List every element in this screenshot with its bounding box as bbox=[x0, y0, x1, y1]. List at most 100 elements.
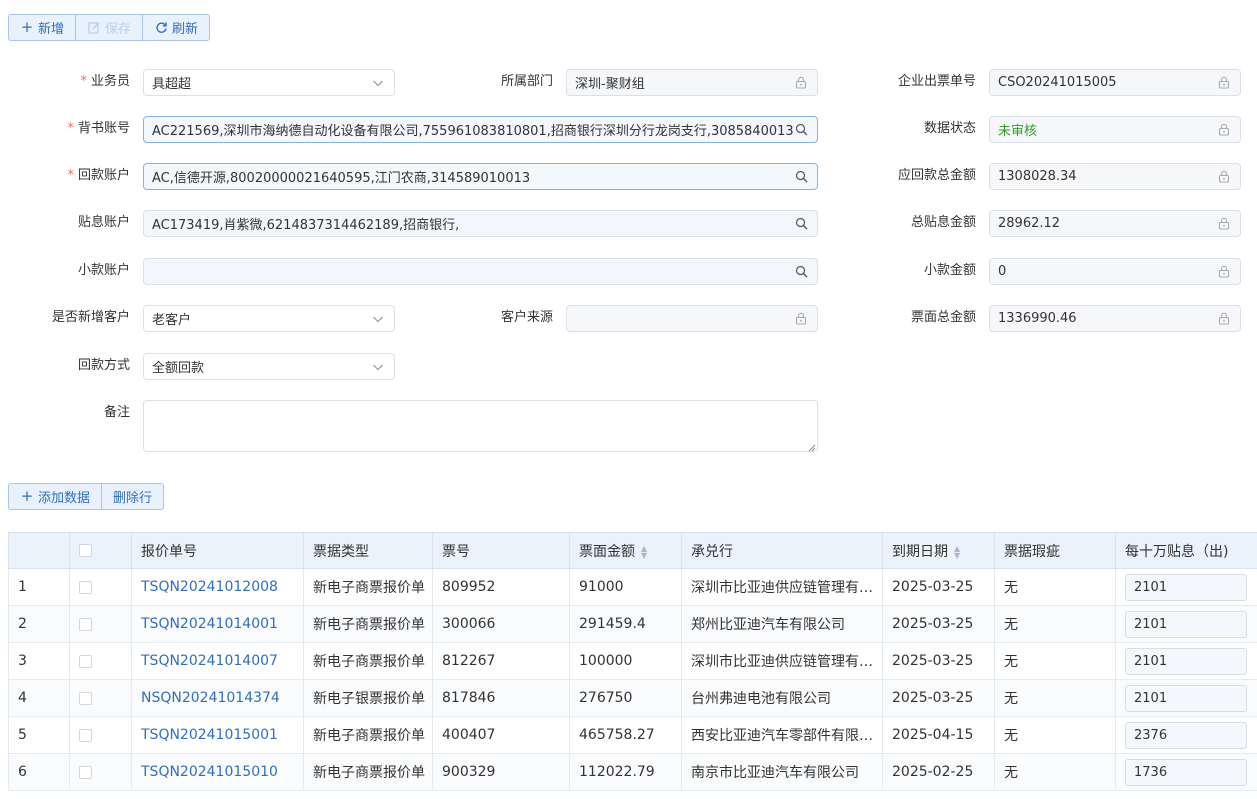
salesperson-label: * 业务员 bbox=[80, 74, 130, 89]
amount-header[interactable]: 票面金额 ▲ ▼ bbox=[569, 532, 682, 569]
bank-cell: 郑州比亚迪汽车有限公司 bbox=[681, 605, 883, 643]
row-index: 6 bbox=[8, 753, 70, 791]
bill-type-cell: 新电子商票报价单 bbox=[303, 753, 433, 791]
bank-cell: 深圳市比亚迪供应链管理有限公司 bbox=[681, 568, 883, 606]
edit-icon bbox=[87, 21, 101, 35]
interest-input[interactable]: 2101 bbox=[1125, 610, 1247, 638]
interest-account-input[interactable]: AC173419,肖紫微,6214837314462189,招商银行, bbox=[143, 210, 818, 237]
endorse-account-input[interactable]: AC221569,深圳市海纳德自动化设备有限公司,755961083810801… bbox=[143, 116, 818, 143]
salesperson-select[interactable]: 具超超 bbox=[143, 69, 395, 96]
receivable-total-label: 应回款总金额 bbox=[897, 168, 976, 183]
add-row-button[interactable]: + 添加数据 bbox=[9, 484, 103, 509]
small-amount-label: 小款金额 bbox=[923, 263, 976, 278]
due-date-cell: 2025-04-15 bbox=[882, 716, 995, 754]
row-checkbox[interactable] bbox=[79, 691, 92, 705]
delete-row-button[interactable]: 删除行 bbox=[102, 484, 163, 509]
row-index: 3 bbox=[8, 642, 70, 680]
search-icon[interactable] bbox=[793, 169, 809, 185]
row-checkbox-cell[interactable] bbox=[69, 679, 132, 717]
interest-input[interactable]: 1736 bbox=[1125, 758, 1247, 786]
main-toolbar: + 新增 保存 刷新 bbox=[8, 14, 211, 41]
quote-no-link[interactable]: TSQN20241012008 bbox=[131, 568, 304, 606]
remark-textarea[interactable] bbox=[143, 400, 818, 452]
row-checkbox-cell[interactable] bbox=[69, 753, 132, 791]
due-date-header[interactable]: 到期日期 ▲ ▼ bbox=[882, 532, 995, 569]
small-account-input[interactable] bbox=[143, 258, 818, 285]
row-checkbox[interactable] bbox=[79, 654, 92, 668]
interest-input[interactable]: 2101 bbox=[1125, 647, 1247, 675]
defect-cell: 无 bbox=[994, 605, 1116, 643]
select-all-checkbox[interactable] bbox=[79, 544, 92, 557]
due-date-cell: 2025-03-25 bbox=[882, 679, 995, 717]
index-header bbox=[8, 532, 70, 569]
table-row[interactable]: 4 NSQN20241014374 新电子银票报价单 817846 276750 台州弗迪… bbox=[8, 679, 1257, 717]
small-account-label: 小款账户 bbox=[77, 263, 130, 278]
small-amount-value: 0 bbox=[998, 264, 1007, 279]
bill-type-header[interactable]: 票据类型 bbox=[303, 532, 433, 569]
new-customer-label: 是否新增客户 bbox=[51, 310, 130, 325]
row-checkbox-cell[interactable] bbox=[69, 716, 132, 754]
table-row[interactable]: 6 TSQN20241015010 新电子商票报价单 900329 112022.79 南… bbox=[8, 753, 1257, 791]
face-total-value: 1336990.46 bbox=[998, 311, 1077, 326]
lock-icon bbox=[793, 311, 809, 327]
face-total-label: 票面总金额 bbox=[910, 310, 976, 325]
add-button[interactable]: + 新增 bbox=[9, 15, 77, 40]
quote-no-link[interactable]: TSQN20241014001 bbox=[131, 605, 304, 643]
interest-account-value: AC173419,肖紫微,6214837314462189,招商银行, bbox=[152, 218, 460, 233]
chevron-down-icon bbox=[370, 359, 386, 375]
salesperson-value: 具超超 bbox=[152, 77, 192, 92]
interest-input[interactable]: 2101 bbox=[1125, 684, 1247, 712]
interest-header[interactable]: 每十万贴息（出) bbox=[1115, 532, 1257, 569]
row-checkbox[interactable] bbox=[79, 580, 92, 594]
new-customer-select[interactable]: 老客户 bbox=[143, 305, 395, 332]
quote-no-link[interactable]: NSQN20241014374 bbox=[131, 679, 304, 717]
add-row-label: 添加数据 bbox=[38, 491, 91, 506]
due-date-cell: 2025-02-25 bbox=[882, 753, 995, 791]
interest-input[interactable]: 2376 bbox=[1125, 721, 1247, 749]
row-checkbox[interactable] bbox=[79, 765, 92, 779]
refresh-button[interactable]: 刷新 bbox=[143, 15, 209, 40]
search-icon[interactable] bbox=[793, 122, 809, 138]
lock-icon bbox=[1216, 311, 1232, 327]
due-date-cell: 2025-03-25 bbox=[882, 642, 995, 680]
bill-type-cell: 新电子银票报价单 bbox=[303, 679, 433, 717]
quote-no-header[interactable]: 报价单号 bbox=[131, 532, 304, 569]
sort-icon[interactable]: ▲ ▼ bbox=[954, 544, 960, 559]
lock-icon bbox=[1216, 264, 1232, 280]
required-mark: * bbox=[80, 74, 87, 89]
interest-input[interactable]: 2101 bbox=[1125, 573, 1247, 601]
row-checkbox-cell[interactable] bbox=[69, 568, 132, 606]
due-date-cell: 2025-03-25 bbox=[882, 568, 995, 606]
refresh-icon bbox=[154, 21, 168, 35]
sort-icon[interactable]: ▲ ▼ bbox=[641, 544, 647, 559]
table-row[interactable]: 3 TSQN20241014007 新电子商票报价单 812267 100000 深圳市比… bbox=[8, 642, 1257, 680]
data-status-field: 未审核 bbox=[989, 116, 1241, 143]
quote-no-link[interactable]: TSQN20241015001 bbox=[131, 716, 304, 754]
resize-handle-icon[interactable] bbox=[807, 441, 816, 452]
payback-account-label: * 回款账户 bbox=[67, 168, 130, 183]
table-row[interactable]: 2 TSQN20241014001 新电子商票报价单 300066 291459.4 郑州… bbox=[8, 605, 1257, 643]
table-row[interactable]: 5 TSQN20241015001 新电子商票报价单 400407 465758.27 西… bbox=[8, 716, 1257, 754]
search-icon[interactable] bbox=[793, 264, 809, 280]
chevron-down-icon bbox=[370, 75, 386, 91]
bill-no-header[interactable]: 票号 bbox=[432, 532, 570, 569]
quote-no-link[interactable]: TSQN20241014007 bbox=[131, 642, 304, 680]
payback-method-select[interactable]: 全额回款 bbox=[143, 353, 395, 380]
search-icon[interactable] bbox=[793, 216, 809, 232]
bank-cell: 西安比亚迪汽车零部件有限公司 bbox=[681, 716, 883, 754]
table-header-row: 报价单号 票据类型 票号 票面金额 ▲ ▼ 承兑行 到期日期 ▲ ▼ 票据瑕疵 每十万贴… bbox=[8, 532, 1257, 569]
row-checkbox-cell[interactable] bbox=[69, 605, 132, 643]
new-customer-value: 老客户 bbox=[152, 313, 192, 328]
row-checkbox-cell[interactable] bbox=[69, 642, 132, 680]
defect-header[interactable]: 票据瑕疵 bbox=[994, 532, 1116, 569]
payback-account-input[interactable]: AC,信德开源,80020000021640595,江门农商,314589010… bbox=[143, 163, 818, 190]
row-checkbox[interactable] bbox=[79, 728, 92, 742]
bank-cell: 台州弗迪电池有限公司 bbox=[681, 679, 883, 717]
lock-icon bbox=[1216, 75, 1232, 91]
save-button[interactable]: 保存 bbox=[76, 15, 144, 40]
interest-cell: 1736 bbox=[1115, 753, 1257, 791]
quote-no-link[interactable]: TSQN20241015010 bbox=[131, 753, 304, 791]
bank-header[interactable]: 承兑行 bbox=[681, 532, 883, 569]
row-checkbox[interactable] bbox=[79, 617, 92, 631]
table-row[interactable]: 1 TSQN20241012008 新电子商票报价单 809952 91000 深圳市比亚… bbox=[8, 568, 1257, 606]
